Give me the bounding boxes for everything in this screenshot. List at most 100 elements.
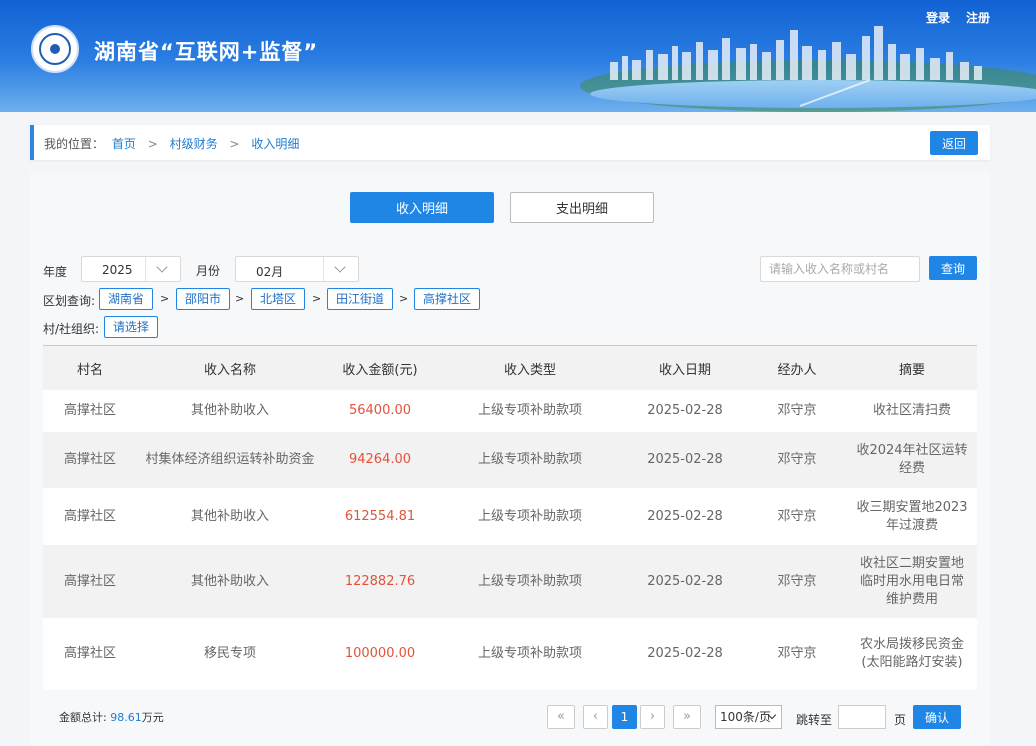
breadcrumb-finance[interactable]: 村级财务	[170, 137, 218, 151]
cell-date: 2025-02-28	[623, 618, 747, 690]
cell-type: 上级专项补助款项	[437, 488, 623, 545]
region-separator: >	[312, 292, 322, 305]
cell-village: 高撑社区	[43, 432, 137, 488]
tab-income[interactable]: 收入明细	[350, 192, 494, 223]
cell-income-name: 村集体经济组织运转补助资金	[137, 432, 323, 488]
register-link[interactable]: 注册	[966, 9, 990, 26]
cell-handler: 邓守京	[747, 488, 847, 545]
cell-summary: 农水局拨移民资金(太阳能路灯安装)	[847, 618, 977, 690]
column-header: 收入类型	[437, 346, 623, 390]
cell-summary: 收三期安置地2023年过渡费	[847, 488, 977, 545]
cell-handler: 邓守京	[747, 545, 847, 618]
cell-handler: 邓守京	[747, 618, 847, 690]
region-chip-street[interactable]: 田江街道	[327, 288, 394, 310]
cell-amount: 100000.00	[323, 618, 437, 690]
column-header: 经办人	[747, 346, 847, 390]
cell-village: 高撑社区	[43, 618, 137, 690]
chevron-down-icon	[145, 257, 180, 281]
cell-village: 高撑社区	[43, 390, 137, 432]
table-row: 高撑社区 移民专项 100000.00 上级专项补助款项 2025-02-28 …	[43, 618, 977, 690]
breadcrumb-separator: >	[229, 137, 240, 151]
cell-amount: 94264.00	[323, 432, 437, 488]
cell-amount: 56400.00	[323, 390, 437, 432]
table-header-row: 村名 收入名称 收入金额(元) 收入类型 收入日期 经办人 摘要	[43, 346, 977, 390]
column-header: 收入名称	[137, 346, 323, 390]
cell-summary: 收社区清扫费	[847, 390, 977, 432]
table-row: 高撑社区 其他补助收入 122882.76 上级专项补助款项 2025-02-2…	[43, 545, 977, 618]
site-header: 湖南省“互联网+监督” 登录 注册	[0, 0, 1036, 112]
month-value: 02月	[256, 265, 284, 279]
table-row: 高撑社区 村集体经济组织运转补助资金 94264.00 上级专项补助款项 202…	[43, 432, 977, 488]
breadcrumb: 我的位置： 首页 > 村级财务 > 收入明细 返回	[30, 125, 990, 160]
page-unit-label: 页	[894, 713, 907, 727]
region-separator: >	[235, 292, 245, 305]
cell-village: 高撑社区	[43, 545, 137, 618]
cell-type: 上级专项补助款项	[437, 618, 623, 690]
page-1-button[interactable]: 1	[612, 705, 637, 729]
total-amount: 金额总计: 98.61万元	[59, 709, 164, 725]
region-separator: >	[399, 292, 409, 305]
search-input[interactable]	[760, 256, 920, 282]
month-label: 月份	[196, 264, 221, 278]
total-unit: 万元	[141, 711, 164, 724]
org-select-button[interactable]: 请选择	[104, 316, 159, 338]
column-header: 收入日期	[623, 346, 747, 390]
breadcrumb-prefix: 我的位置：	[44, 137, 105, 151]
column-header: 摘要	[847, 346, 977, 390]
cell-date: 2025-02-28	[623, 390, 747, 432]
cell-date: 2025-02-28	[623, 545, 747, 618]
prev-page-button[interactable]: ‹	[583, 705, 608, 729]
cell-summary: 收社区二期安置地临时用水用电日常维护费用	[847, 545, 977, 618]
cell-summary: 收2024年社区运转经费	[847, 432, 977, 488]
cell-amount: 122882.76	[323, 545, 437, 618]
cell-type: 上级专项补助款项	[437, 545, 623, 618]
city-skyline-image	[580, 26, 1036, 112]
total-value: 98.61	[110, 711, 142, 724]
cell-income-name: 其他补助收入	[137, 545, 323, 618]
region-separator: >	[160, 292, 170, 305]
cell-income-name: 移民专项	[137, 618, 323, 690]
query-button[interactable]: 查询	[929, 256, 977, 280]
next-page-button[interactable]: ›	[640, 705, 665, 729]
cell-handler: 邓守京	[747, 390, 847, 432]
year-label: 年度	[43, 265, 68, 279]
cell-type: 上级专项补助款项	[437, 390, 623, 432]
region-chip-district[interactable]: 北塔区	[251, 288, 306, 310]
jump-label: 跳转至	[796, 713, 833, 727]
login-link[interactable]: 登录	[926, 9, 950, 26]
breadcrumb-separator: >	[147, 137, 158, 151]
breadcrumb-home[interactable]: 首页	[112, 137, 136, 151]
confirm-jump-button[interactable]: 确认	[913, 705, 961, 729]
site-title: 湖南省“互联网+监督”	[94, 40, 319, 64]
first-page-button[interactable]: «	[547, 705, 575, 729]
chevron-down-icon	[323, 257, 358, 281]
month-select[interactable]: 02月	[235, 256, 359, 282]
cell-date: 2025-02-28	[623, 488, 747, 545]
cell-village: 高撑社区	[43, 488, 137, 545]
cell-amount: 612554.81	[323, 488, 437, 545]
year-select[interactable]: 2025	[81, 256, 181, 282]
region-chip-city[interactable]: 邵阳市	[176, 288, 231, 310]
back-button[interactable]: 返回	[930, 131, 978, 155]
cell-handler: 邓守京	[747, 432, 847, 488]
eye-seal-icon	[31, 25, 79, 73]
org-label: 村/社组织:	[43, 322, 100, 336]
region-label: 区划查询:	[43, 294, 96, 308]
column-header: 收入金额(元)	[323, 346, 437, 390]
region-chip-community[interactable]: 高撑社区	[414, 288, 481, 310]
cell-date: 2025-02-28	[623, 432, 747, 488]
region-chip-province[interactable]: 湖南省	[99, 288, 154, 310]
tab-expense[interactable]: 支出明细	[510, 192, 654, 223]
jump-page-input[interactable]	[838, 705, 886, 729]
income-table: 村名 收入名称 收入金额(元) 收入类型 收入日期 经办人 摘要 高撑社区 其他…	[43, 345, 977, 690]
main-panel: 收入明细 支出明细 年度 2025 月份 02月 查询 区划查询: 湖南省 > …	[30, 172, 990, 746]
last-page-button[interactable]: »	[673, 705, 701, 729]
cell-income-name: 其他补助收入	[137, 390, 323, 432]
table-row: 高撑社区 其他补助收入 56400.00 上级专项补助款项 2025-02-28…	[43, 390, 977, 432]
year-value: 2025	[102, 263, 133, 277]
column-header: 村名	[43, 346, 137, 390]
page-size-select[interactable]: 100条/页	[715, 705, 782, 729]
breadcrumb-current[interactable]: 收入明细	[251, 137, 299, 151]
cell-income-name: 其他补助收入	[137, 488, 323, 545]
table-row: 高撑社区 其他补助收入 612554.81 上级专项补助款项 2025-02-2…	[43, 488, 977, 545]
